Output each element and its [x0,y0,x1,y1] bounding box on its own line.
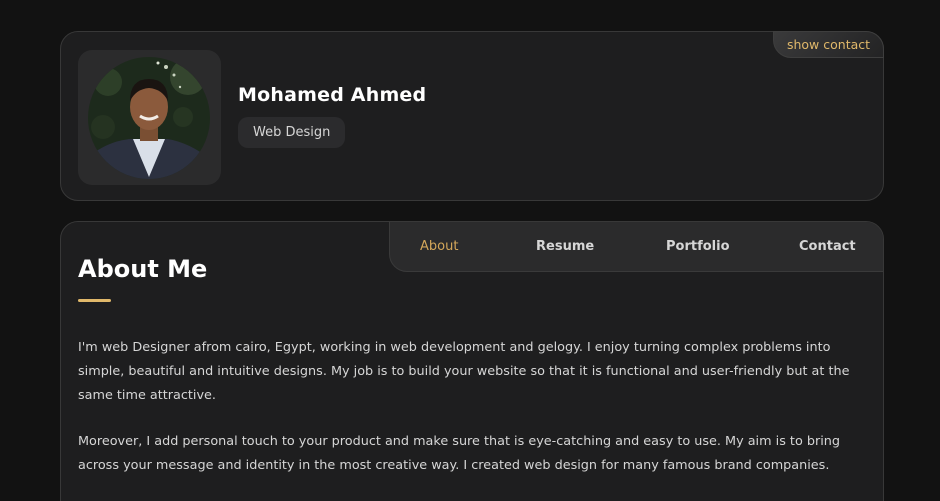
avatar [88,57,210,179]
title-underline [78,299,111,302]
avatar-box [78,50,221,185]
about-paragraph-2: Moreover, I add personal touch to your p… [78,434,841,473]
show-contact-button[interactable]: show contact [773,31,884,58]
nav-item-contact[interactable]: Contact [799,222,856,271]
nav-item-about[interactable]: About [420,222,458,271]
about-paragraph-1: I'm web Designer afrom cairo, Egypt, wor… [78,340,850,403]
about-section: About Resume Portfolio Contact About Me … [60,221,884,501]
role-badge: Web Design [238,117,346,148]
portfolio-page: Mohamed Ahmed Web Design show contact Ab… [0,0,940,501]
page-title: About Me [78,255,208,283]
nav-item-portfolio[interactable]: Portfolio [666,222,730,271]
profile-name: Mohamed Ahmed [238,84,427,106]
navbar: About Resume Portfolio Contact [389,222,883,272]
avatar-photo [88,57,210,179]
profile-card: Mohamed Ahmed Web Design show contact [60,31,884,201]
nav-item-resume[interactable]: Resume [536,222,594,271]
